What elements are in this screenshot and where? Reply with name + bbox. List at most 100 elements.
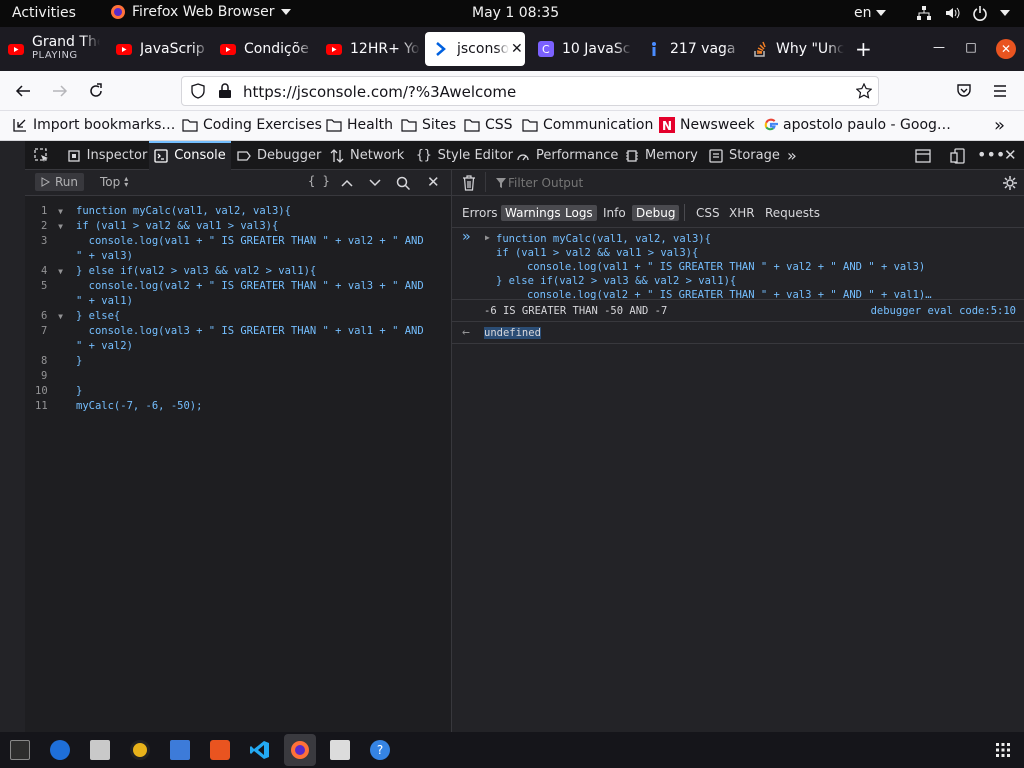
firefox-icon[interactable]: [290, 740, 310, 760]
bookmark-folder[interactable]: Health: [326, 117, 393, 133]
clock[interactable]: May 1 08:35: [472, 5, 559, 21]
bookmark-folder[interactable]: CSS: [464, 117, 513, 133]
filter-warnings[interactable]: Warnings: [501, 205, 565, 221]
close-devtools-icon[interactable]: ✕: [1004, 146, 1017, 164]
tab-active[interactable]: jsconso ✕: [425, 32, 525, 66]
show-apps-icon[interactable]: [996, 743, 1010, 757]
filter-debug[interactable]: Debug: [632, 205, 680, 221]
files-icon[interactable]: [90, 740, 110, 760]
chevron-up-icon[interactable]: [341, 178, 353, 188]
rhythmbox-icon[interactable]: [130, 740, 150, 760]
bookmark-folder[interactable]: Coding Exercises: [182, 117, 322, 133]
tab-performance[interactable]: Performance: [516, 141, 618, 170]
menu-icon[interactable]: [992, 83, 1008, 99]
tab-label: Storage: [729, 148, 780, 163]
options-menu-icon[interactable]: •••: [977, 145, 1005, 164]
pretty-print-icon[interactable]: { }: [308, 174, 330, 188]
writer-icon[interactable]: [170, 740, 190, 760]
tab-memory[interactable]: Memory: [625, 141, 698, 170]
debugger-icon: [237, 150, 251, 161]
command-echo: function myCalc(val1, val2, val3){ if (v…: [496, 232, 932, 302]
thunderbird-icon[interactable]: [50, 740, 70, 760]
bookmarks-toolbar: Import bookmarks… Coding Exercises Healt…: [0, 111, 1024, 141]
filter-output-input[interactable]: [508, 174, 988, 192]
close-tab-icon[interactable]: ✕: [511, 41, 523, 57]
tab-label: Style Editor: [437, 148, 513, 163]
navigation-bar: https://jsconsole.com/?%3Awelcome: [0, 71, 1024, 111]
bookmark-star-icon[interactable]: [856, 83, 872, 99]
shield-icon[interactable]: [190, 83, 206, 99]
activities-button[interactable]: Activities: [12, 5, 76, 21]
filter-errors[interactable]: Errors: [458, 205, 502, 221]
bookmark-folder[interactable]: Communication: [522, 117, 653, 133]
tab[interactable]: Grand The PLAYING: [0, 32, 107, 66]
echo-line: function myCalc(val1, val2, val3){: [496, 233, 711, 245]
responsive-icon[interactable]: [950, 148, 966, 164]
tab-inspector[interactable]: Inspector: [65, 141, 149, 170]
tab[interactable]: 217 vaga: [638, 32, 742, 66]
tab-console[interactable]: Console: [149, 141, 231, 170]
pick-element-icon[interactable]: [34, 148, 50, 164]
more-tools-icon[interactable]: »: [787, 146, 797, 165]
lock-icon[interactable]: [218, 83, 232, 99]
bookmark-folder[interactable]: Sites: [401, 117, 456, 133]
settings-gear-icon[interactable]: [1003, 176, 1017, 190]
bookmark-item[interactable]: Import bookmarks…: [12, 117, 175, 133]
line-number: 2 ▼: [41, 220, 63, 232]
filter-requests[interactable]: Requests: [761, 205, 824, 221]
forward-icon[interactable]: [52, 83, 68, 99]
play-icon: [41, 177, 50, 187]
log-source-link[interactable]: debugger eval code:5:10: [871, 305, 1016, 317]
expand-triangle-icon[interactable]: ▶: [485, 233, 490, 242]
tab-storage[interactable]: Storage: [709, 141, 780, 170]
minimize-button[interactable]: —: [930, 40, 948, 58]
software-center-icon[interactable]: [210, 740, 230, 760]
filter-info[interactable]: Info: [599, 205, 630, 221]
trash-icon[interactable]: [462, 175, 476, 191]
filter-xhr[interactable]: XHR: [725, 205, 759, 221]
bookmark-item[interactable]: apostolo paulo - Goog…: [764, 117, 951, 133]
new-tab-button[interactable]: +: [855, 37, 872, 61]
tab[interactable]: C 10 JavaSc: [530, 32, 632, 66]
code-line: if (val1 > val2 && val1 > val3){: [76, 220, 279, 232]
back-icon[interactable]: [15, 83, 31, 99]
app-menu[interactable]: Firefox Web Browser: [110, 4, 291, 20]
log-text: -6 IS GREATER THAN -50 AND -7: [484, 305, 668, 317]
terminal-icon[interactable]: [10, 740, 30, 760]
reload-icon[interactable]: [88, 83, 104, 99]
filter-css[interactable]: CSS: [692, 205, 724, 221]
tab-network[interactable]: Network: [330, 141, 404, 170]
help-icon[interactable]: ?: [370, 740, 390, 760]
screenshot-icon[interactable]: [330, 740, 350, 760]
app-name: Firefox Web Browser: [132, 4, 275, 20]
tab[interactable]: Condiçõe: [212, 32, 316, 66]
result-value[interactable]: undefined: [484, 327, 541, 339]
system-tray[interactable]: [916, 5, 1010, 21]
tab[interactable]: 12HR+ Yo: [318, 32, 422, 66]
close-editor-icon[interactable]: ✕: [427, 173, 440, 191]
run-button[interactable]: Run: [35, 173, 85, 191]
dock-side-icon[interactable]: [915, 148, 931, 164]
storage-icon: [709, 148, 723, 163]
firefox-icon: [111, 5, 125, 19]
language-selector[interactable]: en: [854, 5, 886, 21]
filter-logs[interactable]: Logs: [561, 205, 597, 221]
chevron-down-icon[interactable]: [369, 178, 381, 188]
maximize-button[interactable]: □: [962, 40, 980, 58]
tab-style-editor[interactable]: {} Style Editor: [416, 141, 513, 170]
tab-debugger[interactable]: Debugger: [237, 141, 321, 170]
context-selector[interactable]: Top ▴ ▾: [100, 175, 128, 190]
vscode-icon[interactable]: [250, 740, 270, 760]
pocket-icon[interactable]: [956, 83, 972, 99]
more-bookmarks-icon[interactable]: »: [994, 115, 1005, 136]
editor-toolbar: Run Top ▴ ▾ { } ✕: [25, 170, 452, 196]
chevron-down-icon: [875, 10, 886, 16]
code-editor[interactable]: 1 ▼ 2 ▼ 3 4 ▼ 5 6 ▼ 7 8 9 10 11 function myC…: [25, 196, 452, 732]
close-window-button[interactable]: ✕: [996, 39, 1016, 59]
search-icon[interactable]: [396, 176, 410, 190]
url-bar[interactable]: https://jsconsole.com/?%3Awelcome: [181, 76, 879, 106]
tab[interactable]: Why "Unc: [744, 32, 844, 66]
tab[interactable]: JavaScrip: [108, 32, 211, 66]
code-line: }: [76, 355, 83, 367]
bookmark-item[interactable]: N Newsweek: [659, 117, 755, 133]
